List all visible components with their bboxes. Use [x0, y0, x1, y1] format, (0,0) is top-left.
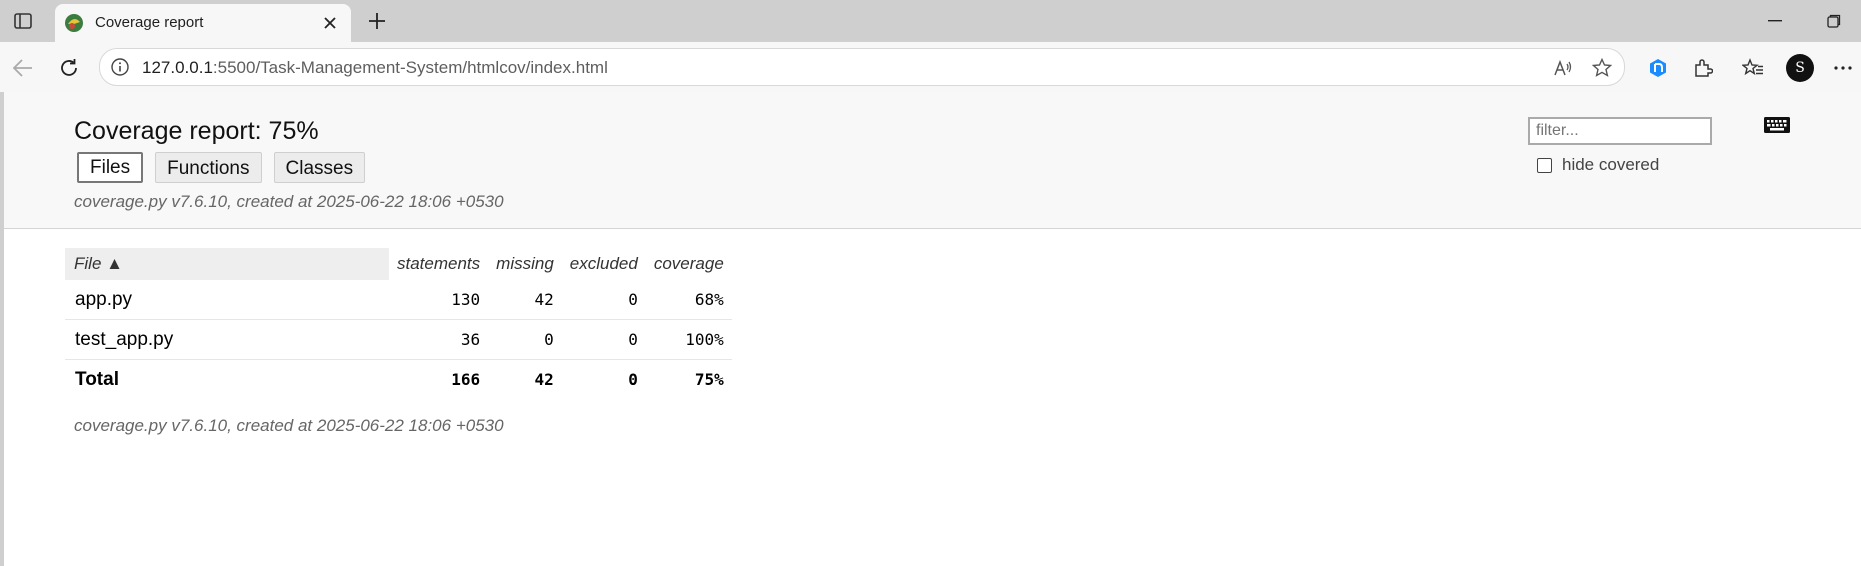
extensions-icon[interactable]	[1690, 55, 1716, 81]
total-statements: 166	[451, 370, 481, 389]
profile-initial: S	[1795, 60, 1805, 76]
statements-cell: 130	[389, 280, 489, 320]
total-excluded: 0	[628, 370, 638, 389]
report-header: Coverage report: 75% Files Functions Cla…	[4, 92, 1861, 229]
created-info: coverage.py v7.6.10, created at 2025-06-…	[74, 192, 504, 211]
column-header-statements[interactable]: statements	[389, 248, 488, 280]
tab-bar: Coverage report	[0, 0, 1861, 42]
more-menu-icon[interactable]	[1830, 55, 1856, 81]
missing-cell: 0	[488, 319, 562, 360]
coverage-favicon-icon	[64, 13, 84, 33]
excluded-cell: 0	[561, 319, 646, 360]
column-header-excluded[interactable]: excluded	[562, 248, 646, 280]
total-label: Total	[75, 368, 119, 390]
coverage-cell: 68%	[645, 280, 732, 320]
file-link[interactable]: app.py	[65, 280, 389, 320]
profile-avatar[interactable]: S	[1786, 54, 1814, 82]
total-missing: 42	[534, 370, 554, 389]
hide-covered-label[interactable]: hide covered	[1562, 155, 1659, 175]
url-text[interactable]: 127.0.0.1:5500/Task-Management-System/ht…	[142, 58, 608, 78]
view-switcher: Files Functions Classes	[77, 152, 366, 183]
hide-covered-checkbox[interactable]	[1537, 157, 1552, 173]
favorites-icon[interactable]	[1740, 55, 1766, 81]
coverage-cell: 100%	[645, 319, 732, 360]
site-info-icon[interactable]	[110, 57, 130, 77]
table-row[interactable]: app.py 130 42 0 68%	[65, 280, 732, 320]
keyboard-shortcuts-icon[interactable]	[1763, 116, 1793, 136]
file-link[interactable]: test_app.py	[65, 319, 389, 360]
url-path: :5500/Task-Management-System/htmlcov/ind…	[212, 58, 608, 77]
classes-button[interactable]: Classes	[273, 152, 366, 183]
browser-toolbar: 127.0.0.1:5500/Task-Management-System/ht…	[0, 42, 1861, 92]
statements-cell: 36	[389, 319, 489, 360]
column-header-missing[interactable]: missing	[488, 248, 562, 280]
tab-title: Coverage report	[95, 14, 204, 31]
tab-actions-menu-icon[interactable]	[12, 10, 34, 32]
refresh-icon[interactable]	[56, 55, 82, 81]
excluded-cell: 0	[561, 280, 646, 320]
back-icon[interactable]	[10, 55, 36, 81]
address-bar[interactable]: 127.0.0.1:5500/Task-Management-System/ht…	[99, 48, 1625, 86]
read-aloud-icon[interactable]	[1552, 57, 1574, 79]
column-header-coverage[interactable]: coverage	[646, 248, 732, 280]
filter-input[interactable]	[1528, 117, 1712, 145]
total-coverage: 75%	[694, 370, 724, 389]
active-tab[interactable]: Coverage report	[55, 4, 351, 42]
footer-created-info: coverage.py v7.6.10, created at 2025-06-…	[74, 416, 504, 435]
restore-icon[interactable]	[1822, 10, 1846, 32]
page-title: Coverage report: 75%	[74, 117, 319, 145]
url-host: 127.0.0.1	[142, 58, 213, 77]
extension-blue-icon[interactable]	[1645, 55, 1671, 81]
total-row: Total 166 42 0 75%	[65, 360, 732, 400]
coverage-table: File ▲ statements missing excluded cover…	[65, 248, 732, 399]
missing-cell: 42	[488, 280, 562, 320]
functions-button[interactable]: Functions	[155, 152, 262, 183]
column-header-file[interactable]: File ▲	[65, 248, 389, 280]
table-header-row: File ▲ statements missing excluded cover…	[65, 248, 732, 280]
close-tab-icon[interactable]	[321, 14, 339, 32]
favorite-star-icon[interactable]	[1591, 57, 1613, 79]
hide-covered-control[interactable]: hide covered	[1537, 155, 1659, 175]
files-button[interactable]: Files	[77, 152, 144, 183]
new-tab-icon[interactable]	[365, 9, 389, 33]
table-row[interactable]: test_app.py 36 0 0 100%	[65, 319, 732, 360]
minimize-icon[interactable]	[1763, 10, 1787, 32]
